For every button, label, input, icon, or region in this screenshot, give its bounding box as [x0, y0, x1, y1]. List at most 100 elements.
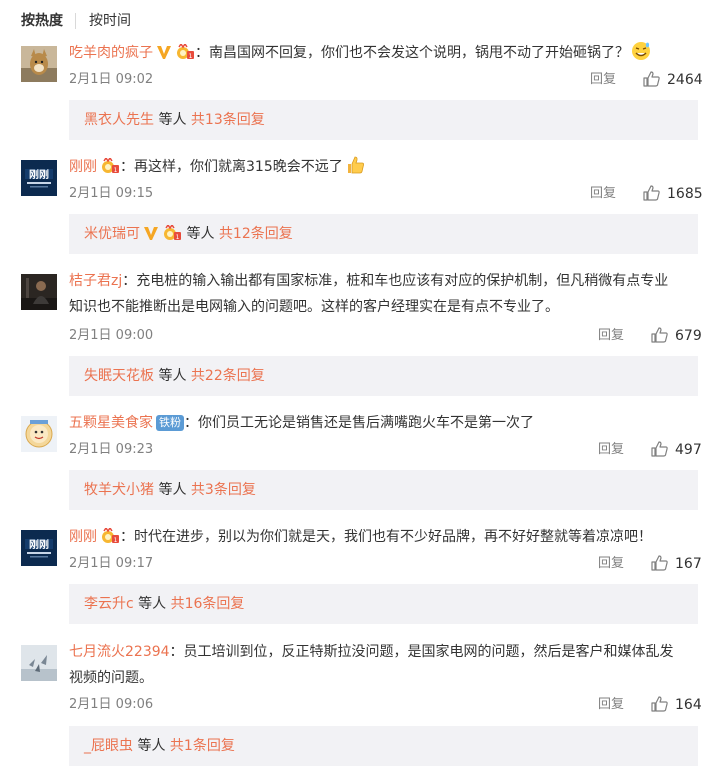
- reply-summary[interactable]: 牧羊犬小猪 等人 共3条回复: [69, 470, 698, 510]
- sort-bar: 按热度 按时间: [0, 0, 720, 42]
- like-count: 164: [675, 697, 702, 713]
- like-icon[interactable]: [651, 441, 668, 464]
- comment-body: ：时代在进步，别以为你们就是天，我们也有不少好品牌，再不好好整就等着凉凉吧！: [120, 529, 652, 545]
- like-icon[interactable]: [643, 185, 660, 208]
- reply-summary-text: 等人: [182, 226, 219, 242]
- comment-text-line: 知识也不能推断出是电网输入的问题吧。这样的客户经理实在是有点不专业了。: [69, 294, 698, 320]
- avatar[interactable]: 刚刚: [21, 530, 57, 566]
- reply-summary[interactable]: 黑衣人先生 等人 共13条回复: [69, 100, 698, 140]
- username-link[interactable]: 五颗星美食家: [69, 415, 153, 431]
- reply-count-link[interactable]: 共3条回复: [191, 482, 256, 498]
- comment-text-line: 五颗星美食家 铁粉 ：你们员工无论是销售还是售后满嘴跑火车不是第一次了: [69, 410, 698, 436]
- reply-user-link[interactable]: 失眠天花板: [84, 368, 154, 384]
- avatar[interactable]: [21, 46, 57, 82]
- username-link[interactable]: 桔子君zj: [69, 273, 122, 289]
- username-link[interactable]: 吃羊肉的疯子: [69, 45, 153, 61]
- vip-v-icon: [143, 225, 159, 241]
- reply-count-link[interactable]: 共13条回复: [191, 112, 265, 128]
- reply-button[interactable]: 回复: [598, 554, 624, 574]
- comment-time: 2月1日 09:02: [69, 72, 154, 87]
- comment-time: 2月1日 09:17: [69, 556, 154, 571]
- comment-text-line: 视频的问题。: [69, 665, 698, 691]
- svg-text:刚刚: 刚刚: [29, 538, 49, 551]
- like-count: 497: [675, 442, 702, 458]
- like-count: 1685: [667, 186, 703, 202]
- comment-meta: 2月1日 09:15 回复 1685: [69, 184, 703, 204]
- avatar[interactable]: [21, 416, 57, 452]
- avatar[interactable]: 刚刚: [21, 160, 57, 196]
- reply-count-link[interactable]: 共12条回复: [219, 226, 293, 242]
- svg-text:刚刚: 刚刚: [29, 168, 49, 181]
- comment-meta: 2月1日 09:17 回复 167: [69, 554, 702, 574]
- sweat-smile-emoji: [631, 41, 651, 70]
- reply-button[interactable]: 回复: [590, 70, 616, 90]
- username-link[interactable]: 刚刚: [69, 529, 97, 545]
- comment-text-line: 七月流火22394：员工培训到位，反正特斯拉没问题，是国家电网的问题，然后是客户…: [69, 639, 698, 665]
- vip-v-icon: [156, 44, 172, 60]
- comment-body-continued: 知识也不能推断出是电网输入的问题吧。这样的客户经理实在是有点不专业了。: [69, 299, 559, 315]
- reply-button[interactable]: 回复: [598, 440, 624, 460]
- like-count: 167: [675, 556, 702, 572]
- reply-user-link[interactable]: 黑衣人先生: [84, 112, 154, 128]
- comment-body: ：南昌国网不回复，你们也不会发这个说明，锅甩不动了开始砸锅了？: [195, 45, 629, 61]
- comment-meta: 2月1日 09:00 回复 679: [69, 326, 702, 346]
- comment-page: 按热度 按时间 吃羊肉的疯子 1 ：南昌国网不回复，你们也不会发这个说明，锅甩不动了…: [0, 0, 720, 777]
- svg-text:1: 1: [176, 234, 180, 241]
- fan-badge-icon: 1: [100, 528, 120, 544]
- sort-divider: [75, 13, 76, 29]
- reply-summary[interactable]: 失眠天花板 等人 共22条回复: [69, 356, 698, 396]
- like-icon[interactable]: [651, 555, 668, 578]
- comment-text-line: 桔子君zj：充电桩的输入输出都有国家标准，桩和车也应该有对应的保护机制，但凡稍微…: [69, 268, 698, 294]
- reply-user-link[interactable]: 牧羊犬小猪: [84, 482, 154, 498]
- reply-summary[interactable]: 李云升c 等人 共16条回复: [69, 584, 698, 624]
- username-link[interactable]: 七月流火22394: [69, 644, 170, 660]
- comment-time: 2月1日 09:23: [69, 442, 154, 457]
- comment-meta: 2月1日 09:23 回复 497: [69, 440, 702, 460]
- like-count: 679: [675, 328, 702, 344]
- reply-count-link[interactable]: 共22条回复: [191, 368, 265, 384]
- avatar[interactable]: [21, 274, 57, 310]
- comment-meta: 2月1日 09:06 回复 164: [69, 695, 702, 715]
- like-count: 2464: [667, 72, 703, 88]
- comment-body: ：员工培训到位，反正特斯拉没问题，是国家电网的问题，然后是客户和媒体乱发: [169, 644, 674, 660]
- reply-button[interactable]: 回复: [598, 326, 624, 346]
- thumbs-up-emoji: [345, 155, 365, 184]
- reply-summary-text: 等人: [154, 112, 191, 128]
- reply-user-link[interactable]: 李云升c: [84, 596, 134, 612]
- svg-text:1: 1: [114, 167, 118, 174]
- username-link[interactable]: 刚刚: [69, 159, 97, 175]
- reply-button[interactable]: 回复: [598, 695, 624, 715]
- comment-body: ：你们员工无论是销售还是售后满嘴跑火车不是第一次了: [184, 415, 534, 431]
- comment-meta: 2月1日 09:02 回复 2464: [69, 70, 703, 90]
- fan-badge-icon: 1: [100, 158, 120, 174]
- comment-body: ：充电桩的输入输出都有国家标准，桩和车也应该有对应的保护机制，但凡稍微有点专业: [122, 273, 669, 289]
- sort-by-hot-tab[interactable]: 按热度: [21, 11, 63, 31]
- svg-text:1: 1: [189, 53, 193, 60]
- comment-body-continued: 视频的问题。: [69, 670, 153, 686]
- comment-time: 2月1日 09:00: [69, 328, 154, 343]
- reply-summary-text: 等人: [154, 482, 191, 498]
- reply-summary-text: 等人: [133, 596, 171, 612]
- reply-count-link[interactable]: 共16条回复: [171, 596, 245, 612]
- tiefen-badge: 铁粉: [156, 415, 184, 431]
- reply-summary[interactable]: _屁眼虫 等人 共1条回复: [69, 726, 698, 766]
- comment-body: ：再这样，你们就离315晚会不远了: [120, 159, 343, 175]
- fan-badge-icon: 1: [162, 225, 182, 241]
- like-icon[interactable]: [643, 71, 660, 94]
- reply-user-link[interactable]: 米优瑞可: [84, 226, 140, 242]
- comment-text-line: 吃羊肉的疯子 1 ：南昌国网不回复，你们也不会发这个说明，锅甩不动了开始砸锅了？: [69, 40, 698, 70]
- sort-by-time-tab[interactable]: 按时间: [89, 11, 131, 31]
- avatar[interactable]: [21, 645, 57, 681]
- reply-button[interactable]: 回复: [590, 184, 616, 204]
- comment-text-line: 刚刚 1 ：时代在进步，别以为你们就是天，我们也有不少好品牌，再不好好整就等着凉凉吧…: [69, 524, 698, 550]
- fan-badge-icon: 1: [175, 44, 195, 60]
- reply-count-link[interactable]: 共1条回复: [170, 738, 235, 754]
- reply-summary[interactable]: 米优瑞可 1 等人 共12条回复: [69, 214, 698, 254]
- like-icon[interactable]: [651, 327, 668, 350]
- reply-user-link[interactable]: _屁眼虫: [84, 738, 133, 754]
- like-icon[interactable]: [651, 696, 668, 719]
- svg-text:1: 1: [114, 537, 118, 544]
- comment-time: 2月1日 09:15: [69, 186, 154, 201]
- comment-text-line: 刚刚 1 ：再这样，你们就离315晚会不远了: [69, 154, 698, 184]
- comment-time: 2月1日 09:06: [69, 697, 154, 712]
